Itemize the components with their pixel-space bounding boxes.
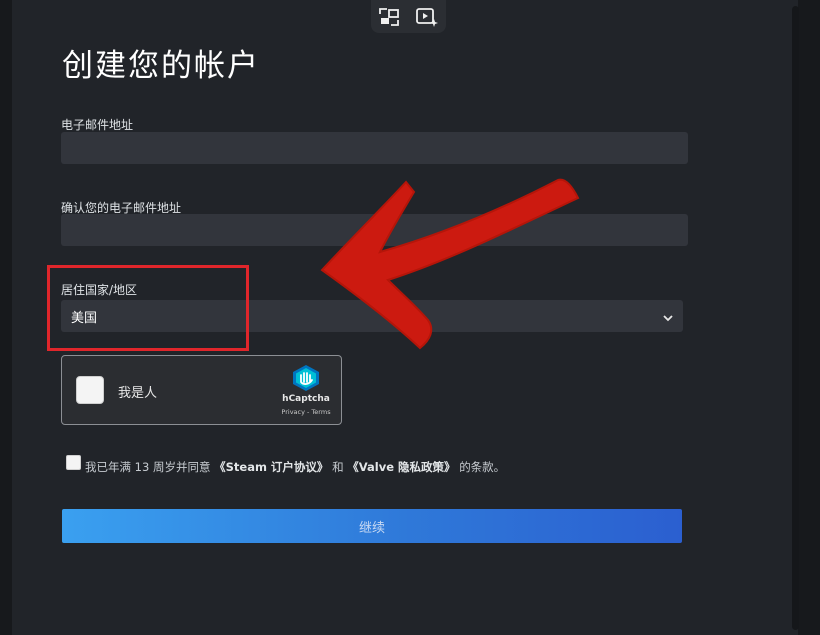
agreement-prefix: 我已年满 13 周岁并同意 — [85, 460, 211, 474]
agreement-text: 我已年满 13 周岁并同意 《Steam 订户协议》 和 《Valve 隐私政策… — [85, 459, 505, 475]
picture-in-picture-icon[interactable] — [378, 7, 400, 27]
hcaptcha-links[interactable]: Privacy - Terms — [269, 408, 343, 416]
highlight-box — [47, 265, 249, 351]
hcaptcha-widget: 我是人 hCaptcha Privacy - Terms — [61, 355, 342, 425]
red-arrow-annotation — [320, 178, 580, 350]
hcaptcha-brand: hCaptcha — [282, 394, 330, 404]
chevron-down-icon — [663, 307, 673, 326]
continue-button[interactable]: 继续 — [62, 509, 682, 543]
email-label: 电子邮件地址 — [61, 118, 134, 132]
agreement-middle: 和 — [332, 460, 344, 474]
scrollbar[interactable] — [792, 6, 799, 630]
captcha-prompt: 我是人 — [118, 386, 158, 401]
pip-toolbar — [371, 0, 446, 33]
valve-privacy-link[interactable]: 《Valve 隐私政策》 — [347, 460, 455, 474]
hcaptcha-logo-icon — [291, 364, 321, 396]
agreement-suffix: 的条款。 — [459, 460, 506, 474]
video-sparkle-icon[interactable] — [415, 6, 439, 28]
agreement-checkbox[interactable] — [66, 455, 81, 470]
captcha-checkbox[interactable] — [76, 376, 104, 404]
steam-agreement-link[interactable]: 《Steam 订户协议》 — [214, 460, 328, 474]
page-title: 创建您的帐户 — [62, 48, 260, 84]
email-field[interactable] — [61, 132, 688, 164]
